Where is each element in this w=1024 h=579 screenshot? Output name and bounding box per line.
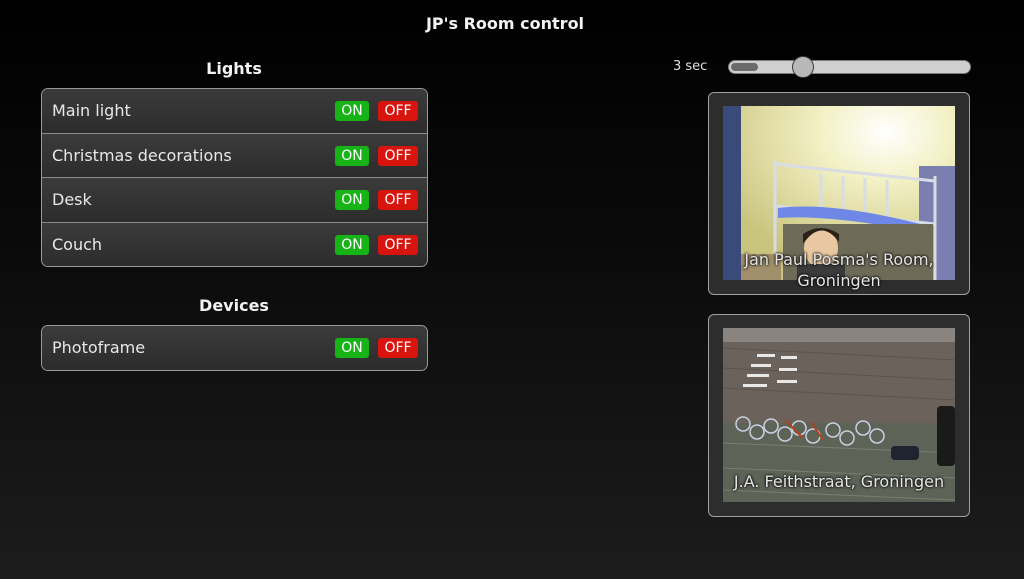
light-label: Couch [52, 234, 103, 254]
devices-heading: Devices [199, 296, 269, 315]
light-label: Main light [52, 101, 131, 120]
camera-caption-room: Jan Paul Posma's Room, Groningen [744, 250, 934, 290]
refresh-interval-slider[interactable] [728, 60, 971, 74]
camera-panel-street[interactable]: J.A. Feithstraat, Groningen [708, 314, 970, 517]
light-label: Christmas decorations [52, 145, 232, 165]
christmas-decorations-off-button[interactable]: OFF [378, 145, 418, 166]
photoframe-on-button[interactable]: ON [335, 338, 369, 358]
light-row-christmas-decorations: Christmas decorations ON OFF [42, 132, 427, 177]
lights-heading: Lights [206, 59, 262, 78]
light-label: Desk [52, 190, 92, 209]
slider-handle[interactable] [792, 56, 814, 78]
desk-off-button[interactable]: OFF [378, 190, 418, 210]
slider-fill [731, 63, 758, 71]
refresh-interval-label: 3 sec [673, 59, 708, 74]
camera-panel-room[interactable]: Jan Paul Posma's Room, Groningen [708, 92, 970, 295]
couch-off-button[interactable]: OFF [378, 234, 418, 255]
device-label: Photoframe [52, 338, 146, 357]
camera-caption-street: J.A. Feithstraat, Groningen [733, 472, 945, 491]
christmas-decorations-on-button[interactable]: ON [335, 145, 369, 166]
light-row-main-light: Main light ON OFF [42, 89, 427, 133]
desk-on-button[interactable]: ON [335, 190, 369, 210]
light-row-couch: Couch ON OFF [42, 221, 427, 266]
light-row-desk: Desk ON OFF [42, 177, 427, 222]
lights-list: Main light ON OFF Christmas decorations … [41, 88, 428, 267]
page-title: JP's Room control [425, 14, 585, 33]
couch-on-button[interactable]: ON [335, 234, 369, 255]
main-light-on-button[interactable]: ON [335, 101, 369, 121]
device-row-photoframe: Photoframe ON OFF [42, 326, 427, 370]
devices-list: Photoframe ON OFF [41, 325, 428, 371]
photoframe-off-button[interactable]: OFF [378, 338, 418, 358]
room-control-page: JP's Room control Lights Main light ON O… [0, 0, 1024, 579]
main-light-off-button[interactable]: OFF [378, 101, 418, 121]
